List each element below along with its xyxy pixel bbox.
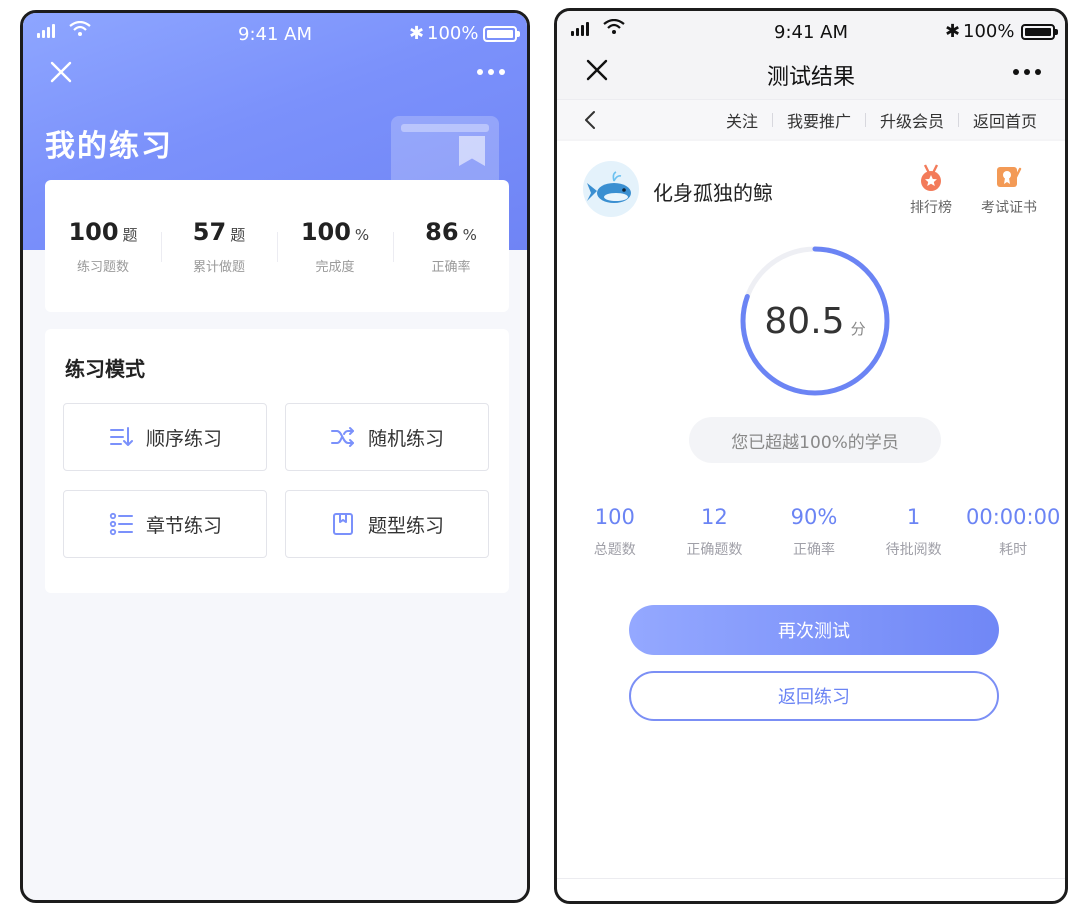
practice-phone: 9:41 AM ✱ 100% 我的练习 100 题 练习题数 57 题 累计做题 1… xyxy=(20,10,530,903)
stat-label: 正确率 xyxy=(431,259,471,275)
battery-icon xyxy=(483,26,520,42)
certificate-button[interactable]: 考试证书 xyxy=(981,163,1037,217)
medal-icon xyxy=(921,164,941,191)
mode-section-title: 练习模式 xyxy=(65,357,145,381)
battery-percent: 100% xyxy=(963,21,1015,42)
shuffle-icon xyxy=(330,427,354,447)
mode-label: 章节练习 xyxy=(145,514,222,537)
rank-summary: 您已超越100%的学员 xyxy=(689,417,941,463)
bluetooth-icon: ✱ xyxy=(945,21,961,42)
divider xyxy=(864,113,866,127)
promote-link[interactable]: 我要推广 xyxy=(779,108,859,132)
stat-item: 57 题 累计做题 xyxy=(161,218,277,275)
result-phone: 9:41 AM ✱ 100% 测试结果 关注 我要推广 升级会员 返回首页 化身… xyxy=(554,8,1068,904)
page-title: 我的练习 xyxy=(45,129,173,164)
chapter-practice-button[interactable]: 章节练习 xyxy=(63,490,267,558)
bluetooth-icon: ✱ xyxy=(409,23,425,44)
divider xyxy=(771,113,773,127)
stat-unit: 题 xyxy=(122,225,138,244)
chapter-list-icon xyxy=(109,512,133,536)
sub-navigation: 关注 我要推广 升级会员 返回首页 xyxy=(557,99,1065,139)
more-icon[interactable] xyxy=(477,69,505,75)
battery-icon xyxy=(1021,24,1058,40)
user-info: 化身孤独的鲸 排行榜 考试证书 xyxy=(583,161,1043,221)
divider xyxy=(557,878,1065,879)
result-stat-item: 1 待批阅数 xyxy=(864,505,964,559)
stat-value: 57 xyxy=(192,217,227,246)
result-stat-label: 正确题数 xyxy=(686,542,743,558)
stat-value: 86 xyxy=(425,217,459,246)
result-stat-value: 1 xyxy=(906,505,921,529)
retest-button[interactable]: 再次测试 xyxy=(629,605,999,655)
result-stat-value: 100 xyxy=(594,505,635,529)
score-display: 80.5 分 xyxy=(737,243,893,399)
stat-value: 100 xyxy=(68,217,119,246)
leaderboard-button[interactable]: 排行榜 xyxy=(910,163,952,217)
back-to-practice-button[interactable]: 返回练习 xyxy=(629,671,999,721)
result-stat-value: 12 xyxy=(701,505,728,529)
score-unit: 分 xyxy=(850,319,866,338)
status-bar: 9:41 AM ✱ 100% xyxy=(23,13,527,53)
result-stat-item: 100 总题数 xyxy=(565,505,665,559)
status-bar: 9:41 AM ✱ 100% xyxy=(557,11,1065,51)
username: 化身孤独的鲸 xyxy=(653,181,773,205)
back-arrow-icon[interactable] xyxy=(583,110,597,130)
result-stat-label: 总题数 xyxy=(593,542,636,558)
bookmark-book-icon xyxy=(332,513,353,535)
stat-label: 累计做题 xyxy=(192,259,245,275)
score-value: 80.5 xyxy=(764,300,845,342)
practice-stats-card: 100 题 练习题数 57 题 累计做题 100% 完成度 86% 正确率 xyxy=(45,180,509,312)
sequence-icon xyxy=(109,427,133,446)
divider xyxy=(957,113,959,127)
result-stat-item: 90% 正确率 xyxy=(764,505,864,559)
result-stat-value: 90% xyxy=(790,505,838,529)
mode-label: 顺序练习 xyxy=(145,427,222,450)
result-stat-label: 正确率 xyxy=(792,542,835,558)
upgrade-member-link[interactable]: 升级会员 xyxy=(872,108,952,132)
result-stat-value: 00:00:00 xyxy=(966,505,1061,529)
battery-percent: 100% xyxy=(427,23,479,44)
stat-unit: 题 xyxy=(230,225,246,244)
sequence-practice-button[interactable]: 顺序练习 xyxy=(63,403,267,471)
random-practice-button[interactable]: 随机练习 xyxy=(285,403,489,471)
result-stat-item: 00:00:00 耗时 xyxy=(963,505,1063,559)
stat-unit: % xyxy=(354,225,370,244)
result-stat-item: 12 正确题数 xyxy=(665,505,765,559)
close-icon[interactable] xyxy=(49,60,73,84)
stat-item: 100 题 练习题数 xyxy=(45,218,161,275)
mode-label: 题型练习 xyxy=(367,514,444,537)
stat-item: 100% 完成度 xyxy=(277,218,393,275)
stat-label: 完成度 xyxy=(315,259,355,275)
result-stat-label: 待批阅数 xyxy=(885,542,942,558)
more-icon[interactable] xyxy=(1013,69,1041,75)
badge-label: 考试证书 xyxy=(981,200,1037,216)
question-type-practice-button[interactable]: 题型练习 xyxy=(285,490,489,558)
home-link[interactable]: 返回首页 xyxy=(965,108,1045,132)
badge-label: 排行榜 xyxy=(910,200,952,216)
stat-unit: % xyxy=(462,225,477,244)
certificate-icon xyxy=(997,167,1022,187)
page-title: 测试结果 xyxy=(766,65,855,90)
practice-mode-card: 练习模式 顺序练习 随机练习 章节练习 题型练习 xyxy=(45,329,509,593)
result-stats: 100 总题数 12 正确题数 90% 正确率 1 待批阅数 00:00:00 … xyxy=(565,505,1063,559)
whale-avatar-icon xyxy=(587,171,631,203)
avatar xyxy=(583,161,639,217)
stat-item: 86% 正确率 xyxy=(393,218,509,275)
result-header: 9:41 AM ✱ 100% 测试结果 关注 我要推广 升级会员 返回首页 xyxy=(557,11,1065,141)
subnav-links: 关注 我要推广 升级会员 返回首页 xyxy=(718,100,1045,140)
stat-label: 练习题数 xyxy=(76,259,129,275)
result-stat-label: 耗时 xyxy=(999,542,1028,558)
follow-link[interactable]: 关注 xyxy=(718,108,766,132)
stat-value: 100 xyxy=(300,217,351,246)
mode-label: 随机练习 xyxy=(367,427,444,450)
